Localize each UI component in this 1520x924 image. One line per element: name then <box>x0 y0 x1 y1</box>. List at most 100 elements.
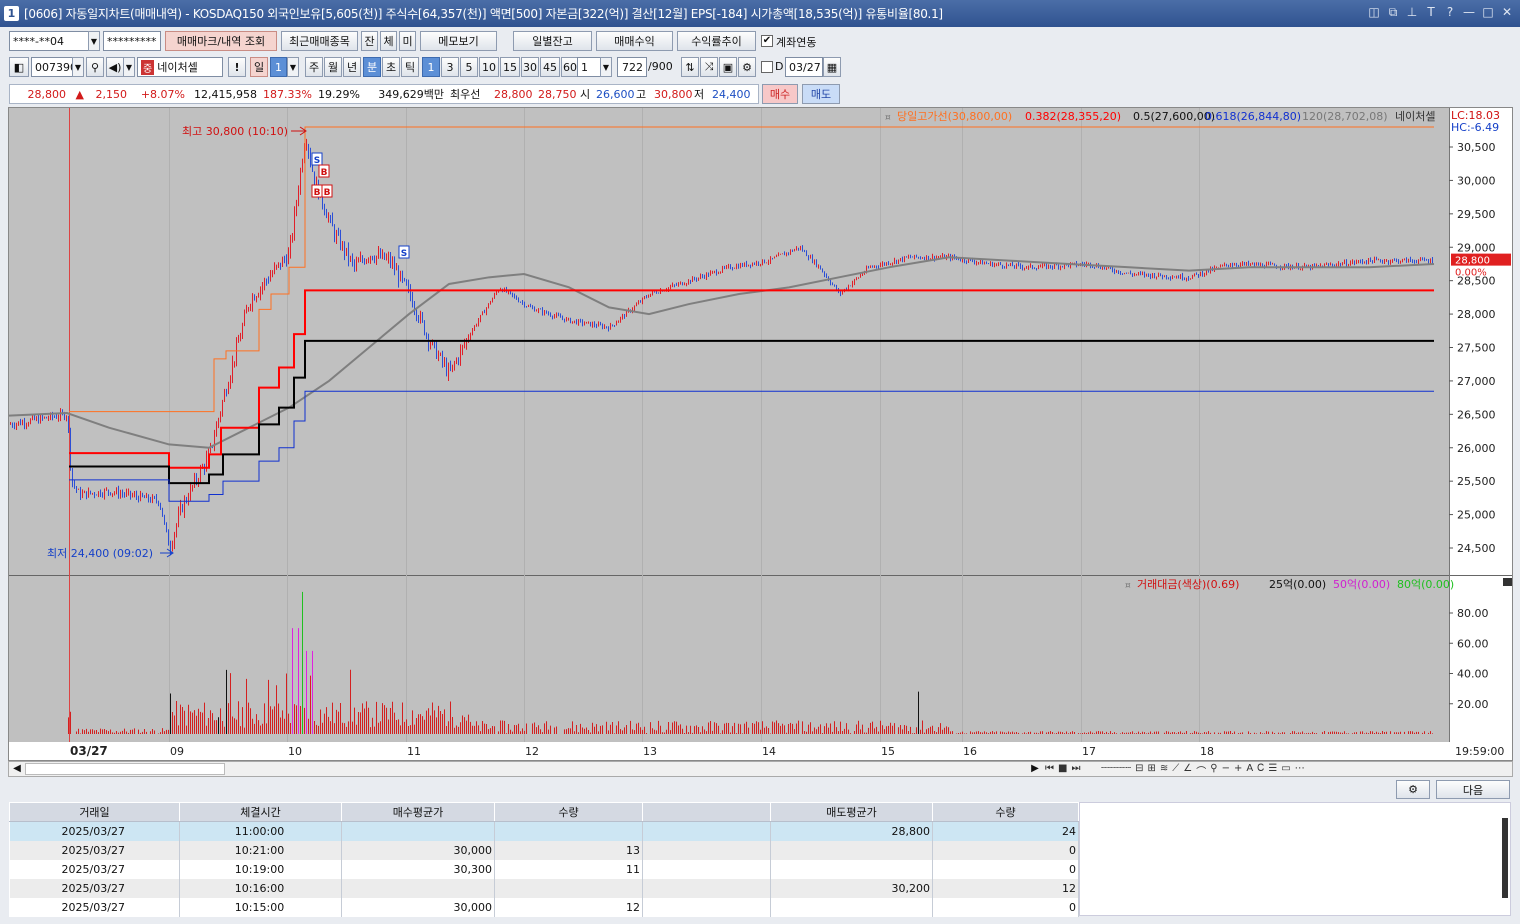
help-icon[interactable]: ? <box>1443 4 1457 20</box>
period-week-button[interactable]: 주 <box>305 57 323 77</box>
interval-5-button[interactable]: 5 <box>460 57 478 77</box>
horizontal-scrollbar[interactable]: ◀ ▶ ⏮ ■ ⏭ ┄┄┄┄┄ ⊟ ⊞ ≋ ⟋ ∠ ⌒ ⚲ − + A Ꮯ ☰ ▭ ⋯ <box>8 761 1513 778</box>
column-header[interactable] <box>642 802 771 822</box>
password-field[interactable]: ********* <box>103 31 161 51</box>
column-header[interactable]: 체결시간 <box>179 802 342 822</box>
zoom-in-icon[interactable]: + <box>1234 763 1242 777</box>
window-tool-icon[interactable]: ▭ <box>1281 763 1290 777</box>
stock-code-field[interactable]: 007390 <box>31 57 73 77</box>
pin-icon[interactable]: ⊥ <box>1405 4 1419 20</box>
column-header[interactable]: 수량 <box>494 802 643 822</box>
day-count-dropdown[interactable]: ▼ <box>287 57 299 77</box>
indicator-icon[interactable]: ⇅ <box>681 57 699 77</box>
sell-button[interactable]: 매도 <box>802 84 840 104</box>
font-icon[interactable]: T <box>1424 4 1438 20</box>
current-rate-tag: 0.00% <box>1455 268 1487 279</box>
interval-15-button[interactable]: 15 <box>500 57 520 77</box>
close-icon[interactable]: ✕ <box>1500 4 1514 20</box>
account-link-checkbox[interactable]: ✔ <box>761 35 773 47</box>
fib-tool-icon[interactable]: ≋ <box>1160 763 1168 777</box>
unexecuted-button[interactable]: 미 <box>399 31 416 51</box>
minimize-icon[interactable]: — <box>1462 4 1476 20</box>
period-month-button[interactable]: 월 <box>324 57 342 77</box>
balance-button[interactable]: 잔 <box>361 31 378 51</box>
table-row[interactable]: 2025/03/27 10:16:00 30,200 12 <box>9 878 1079 898</box>
column-header[interactable]: 수량 <box>932 802 1079 822</box>
interval-10-button[interactable]: 10 <box>479 57 499 77</box>
style-tool-icon[interactable]: Ꮯ <box>1257 763 1264 777</box>
interval-3-button[interactable]: 3 <box>441 57 459 77</box>
alert-button[interactable]: ! <box>228 57 246 77</box>
copy-window-icon[interactable]: ⧉ <box>1386 4 1400 20</box>
interval-30-button[interactable]: 30 <box>521 57 539 77</box>
line-tool-icon[interactable]: ┄┄┄┄┄ <box>1101 763 1131 777</box>
stock-name-field[interactable]: 중 네이처셀 <box>137 57 223 77</box>
speaker-icon[interactable]: ◀) <box>106 57 124 77</box>
angle-tool-icon[interactable]: ∠ <box>1183 763 1192 777</box>
channel-tool-icon[interactable]: ⊞ <box>1148 763 1156 777</box>
day-count-field[interactable]: 1 <box>270 57 287 77</box>
calendar-icon[interactable]: ▦ <box>823 57 841 77</box>
next-button[interactable]: 다음 <box>1436 780 1510 799</box>
table-vertical-scrollbar[interactable] <box>1502 818 1508 898</box>
stock-code-dropdown[interactable]: ▼ <box>72 57 84 77</box>
table-row[interactable]: 2025/03/27 10:21:00 30,000 13 0 <box>9 840 1079 860</box>
zoom-icon[interactable]: ⚲ <box>1210 763 1217 777</box>
interval-1-button[interactable]: 1 <box>422 57 440 77</box>
account-field[interactable]: ****-**04 <box>9 31 89 51</box>
multiplier-field[interactable]: 1 <box>577 57 601 77</box>
daily-balance-button[interactable]: 일별잔고 <box>513 31 592 51</box>
settings-icon[interactable]: ⚙ <box>738 57 756 77</box>
trade-mark-button[interactable]: 매매마크/내역 조회 <box>165 31 277 51</box>
table-row[interactable]: 2025/03/27 10:15:00 30,000 12 0 <box>9 897 1079 917</box>
text-tool-icon[interactable]: A <box>1246 763 1253 777</box>
save-icon[interactable]: ▣ <box>719 57 737 77</box>
box-tool-icon[interactable]: ⊟ <box>1135 763 1143 777</box>
table-row[interactable]: 2025/03/27 10:19:00 30,300 11 0 <box>9 859 1079 879</box>
vol-panel-close-icon[interactable] <box>1503 578 1512 586</box>
cycle-tool-icon[interactable]: ⌒ <box>1196 763 1206 778</box>
scroll-right-icon[interactable]: ▶ <box>1027 762 1043 776</box>
executed-button[interactable]: 체 <box>380 31 397 51</box>
profit-trend-button[interactable]: 수익률추이 <box>677 31 756 51</box>
speaker-dropdown[interactable]: ▼ <box>123 57 135 77</box>
account-dropdown[interactable]: ▼ <box>88 31 100 51</box>
period-second-button[interactable]: 초 <box>382 57 400 77</box>
interval-45-button[interactable]: 45 <box>540 57 560 77</box>
window-icon[interactable]: 1 <box>4 6 19 21</box>
more-tools-icon[interactable]: ⋯ <box>1295 763 1305 777</box>
maximize-icon[interactable]: □ <box>1481 4 1495 20</box>
recent-trades-button[interactable]: 최근매매종목 <box>281 31 358 51</box>
memo-button[interactable]: 메모보기 <box>420 31 497 51</box>
column-header[interactable]: 매수평균가 <box>341 802 495 822</box>
price-chart[interactable]: 30,500 30,000 29,500 29,000 28,500 28,000 27,5… <box>8 107 1513 761</box>
period-day-button[interactable]: 일 <box>250 57 268 77</box>
date-checkbox[interactable] <box>761 61 773 73</box>
chart-canvas[interactable]: 30,50030,00029,50029,00028,50028,00027,5… <box>9 108 1513 761</box>
column-header[interactable]: 매도평균가 <box>770 802 933 822</box>
date-field[interactable]: 03/27 <box>785 57 823 77</box>
search-icon[interactable]: ⚲ <box>86 57 104 77</box>
period-year-button[interactable]: 년 <box>343 57 361 77</box>
layout-icon[interactable]: ◫ <box>1367 4 1381 20</box>
last-icon[interactable]: ⏭ <box>1071 763 1080 777</box>
compare-icon[interactable]: ⤨ <box>700 57 718 77</box>
trade-profit-button[interactable]: 매매수익 <box>596 31 673 51</box>
first-icon[interactable]: ⏮ <box>1045 763 1054 777</box>
scroll-thumb[interactable] <box>25 763 225 775</box>
multiplier-dropdown[interactable]: ▼ <box>600 57 612 77</box>
column-header[interactable]: 거래일 <box>9 802 180 822</box>
panel-toggle-icon[interactable]: ◧ <box>9 57 29 77</box>
count-field[interactable]: 722 <box>617 57 647 77</box>
gear-button[interactable]: ⚙ <box>1396 780 1430 799</box>
stop-icon[interactable]: ■ <box>1058 763 1067 777</box>
grid-tool-icon[interactable]: ☰ <box>1268 763 1277 777</box>
zoom-out-icon[interactable]: − <box>1222 763 1230 777</box>
buy-button[interactable]: 매수 <box>762 84 798 104</box>
table-row[interactable]: 2025/03/27 11:00:00 28,800 24 <box>9 821 1079 841</box>
arrow-tool-icon[interactable]: ⟋ <box>1172 763 1179 777</box>
period-minute-button[interactable]: 분 <box>363 57 381 77</box>
period-tick-button[interactable]: 틱 <box>401 57 419 77</box>
scroll-left-icon[interactable]: ◀ <box>9 762 25 776</box>
table-cell <box>770 859 933 879</box>
